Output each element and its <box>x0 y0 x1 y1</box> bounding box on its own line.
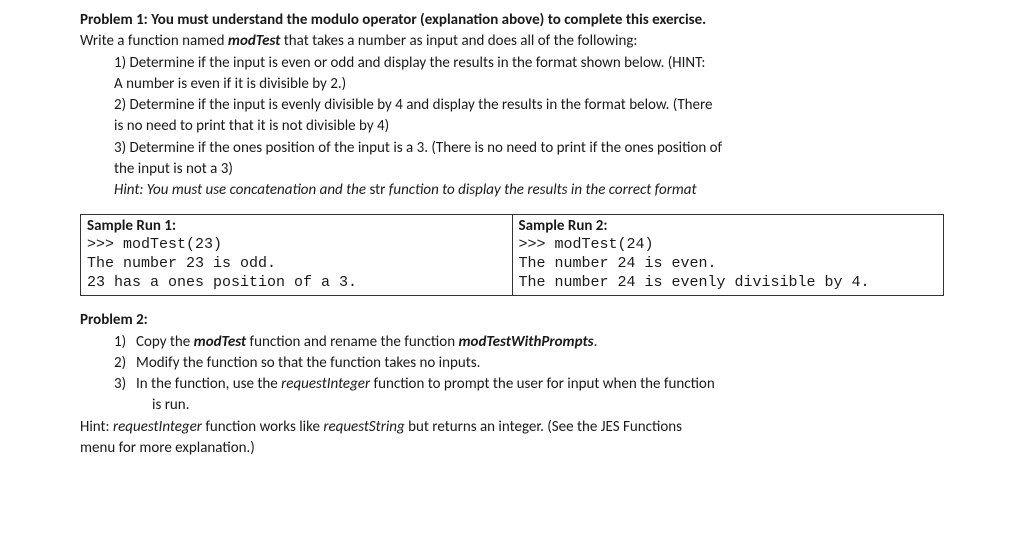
sample-1-title: Sample Run 1: <box>87 217 506 236</box>
p2-hint-c: but returns an integer. (See the JES Fun… <box>405 418 682 436</box>
p2-s3-fn: requestInteger <box>281 375 370 393</box>
sample-1-line-2: The number 23 is odd. <box>87 255 506 274</box>
p2-hint-b: function works like <box>202 418 323 436</box>
sample-1-line-1: >>> modTest(23) <box>87 236 506 255</box>
p2-s1-c: . <box>594 333 598 351</box>
hint-text-b: function to display the results in the c… <box>385 181 696 199</box>
sample-2-line-3: The number 24 is evenly divisible by 4. <box>519 274 938 293</box>
p2-s1-fn1: modTest <box>194 333 246 351</box>
sample-run-2: Sample Run 2: >>> modTest(24) The number… <box>512 215 944 296</box>
p2-s3-b: function to prompt the user for input wh… <box>370 375 715 393</box>
problem-2: Problem 2: 1)Copy the modTest function a… <box>80 310 944 458</box>
problem-2-hint-line-a: Hint: requestInteger function works like… <box>80 417 944 437</box>
sample-2-line-2: The number 24 is even. <box>519 255 938 274</box>
problem-1-intro: Write a function named modTest that take… <box>80 31 944 51</box>
step-1-line-b: A number is even if it is divisible by 2… <box>114 74 944 94</box>
problem-1-hint: Hint: You must use concatenation and the… <box>114 180 944 200</box>
problem-1-label: Problem 1: <box>80 11 151 29</box>
problem-2-hint-line-b: menu for more explanation.) <box>80 438 944 458</box>
p2-s1-fn2: modTestWithPrompts <box>458 333 593 351</box>
p2-s2-text: Modify the function so that the function… <box>136 354 480 372</box>
step-2-line-a: 2) Determine if the input is evenly divi… <box>114 95 944 115</box>
sample-1-line-3: 23 has a ones position of a 3. <box>87 274 506 293</box>
p2-hint-fn2: requestString <box>323 418 404 436</box>
p2-s3-a: In the function, use the <box>136 375 281 393</box>
step-1-line-a: 1) Determine if the input is even or odd… <box>114 53 944 73</box>
p2-s1-b: function and rename the function <box>246 333 458 351</box>
step-number: 3) <box>114 374 136 394</box>
p2-hint-a: Hint: <box>80 418 113 436</box>
step-3-line-b: the input is not a 3) <box>114 159 944 179</box>
problem-2-title: Problem 2: <box>80 310 944 330</box>
hint-text-a: Hint: You must use concatenation and the <box>114 181 369 199</box>
intro-fn-name: modTest <box>228 32 280 50</box>
problem-2-steps: 1)Copy the modTest function and rename t… <box>80 332 944 416</box>
p2-step-3-line-b: is run. <box>114 395 944 415</box>
step-number: 1) <box>114 332 136 352</box>
sample-2-title: Sample Run 2: <box>519 217 938 236</box>
table-row: Sample Run 1: >>> modTest(23) The number… <box>81 215 944 296</box>
intro-text-a: Write a function named <box>80 32 228 50</box>
sample-run-1: Sample Run 1: >>> modTest(23) The number… <box>81 215 513 296</box>
problem-1: Problem 1: You must understand the modul… <box>80 10 944 200</box>
p2-step-1: 1)Copy the modTest function and rename t… <box>114 332 944 352</box>
problem-1-steps: 1) Determine if the input is even or odd… <box>80 53 944 201</box>
problem-1-title: Problem 1: You must understand the modul… <box>80 10 944 30</box>
p2-hint-fn1: requestInteger <box>113 418 202 436</box>
step-3-line-a: 3) Determine if the ones position of the… <box>114 138 944 158</box>
hint-str: str <box>369 181 385 199</box>
p2-step-2: 2)Modify the function so that the functi… <box>114 353 944 373</box>
p2-step-3-line-a: 3)In the function, use the requestIntege… <box>114 374 944 394</box>
step-2-line-b: is no need to print that it is not divis… <box>114 116 944 136</box>
intro-text-b: that takes a number as input and does al… <box>280 32 637 50</box>
sample-2-line-1: >>> modTest(24) <box>519 236 938 255</box>
step-number: 2) <box>114 353 136 373</box>
sample-runs-table: Sample Run 1: >>> modTest(23) The number… <box>80 214 944 296</box>
problem-1-heading: You must understand the modulo operator … <box>151 11 706 29</box>
p2-s1-a: Copy the <box>136 333 194 351</box>
